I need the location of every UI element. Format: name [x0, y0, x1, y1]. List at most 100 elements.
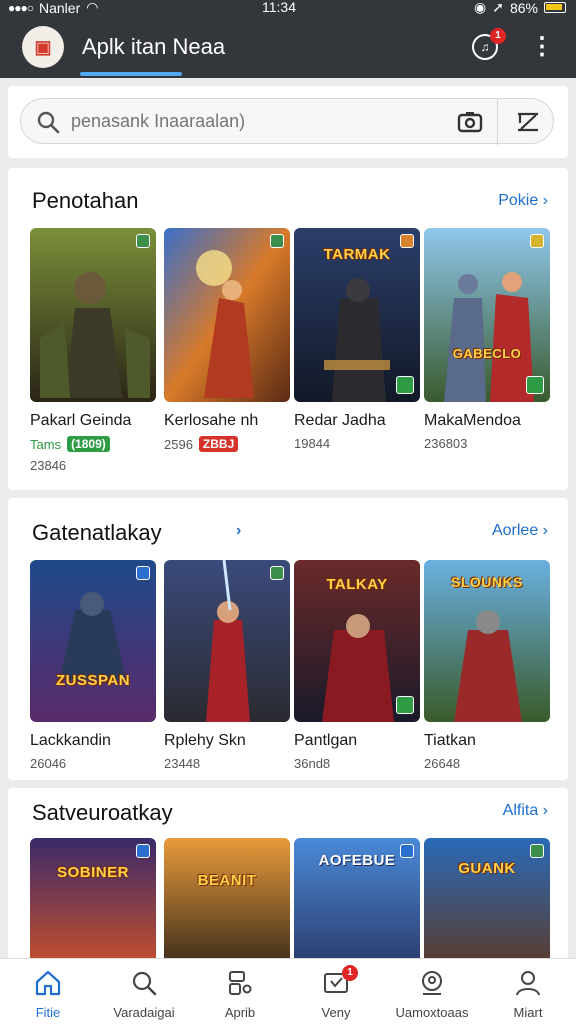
nav-label: Fitie: [35, 1005, 61, 1020]
game-thumbnail: GABECLO: [424, 228, 550, 402]
game-title: Kerlosahe nh: [164, 412, 259, 429]
game-tile[interactable]: SLOUNKS Tiatkan 26648: [424, 560, 550, 771]
badge-icon: [530, 844, 544, 858]
app-logo[interactable]: ▣: [22, 26, 64, 68]
section-title: Satveuroatkay: [32, 800, 173, 825]
search-bar[interactable]: [20, 98, 554, 145]
game-title: Rplehy Skn: [164, 732, 246, 749]
section-featured: Penotahan Pokie › Pakarl Geinda Tams (180…: [8, 168, 568, 490]
download-count: 236803: [424, 436, 468, 451]
download-count: 36nd8: [294, 756, 331, 771]
filter-icon[interactable]: [515, 110, 541, 134]
nav-badge: 1: [342, 965, 358, 981]
badge-icon: [400, 844, 414, 858]
notification-badge: 1: [490, 28, 506, 44]
game-logo-text: AOFEBUE: [318, 852, 396, 869]
game-tile[interactable]: TALKAY Pantlgan 36nd8: [294, 560, 420, 771]
game-thumbnail: GUANK: [424, 838, 550, 968]
updates-icon: [422, 971, 442, 995]
game-title: Pantlgan: [294, 732, 358, 749]
badge-icon: [396, 376, 414, 394]
nav-profile[interactable]: Miart: [480, 959, 576, 1024]
game-logo-text: TALKAY: [326, 576, 388, 593]
game-thumbnail: TARMAK: [294, 228, 420, 402]
camera-icon[interactable]: [457, 110, 483, 134]
search-input[interactable]: [71, 107, 431, 135]
home-icon: [35, 970, 61, 996]
nav-label: Varadaigai: [113, 1005, 175, 1020]
game-tile[interactable]: ZUSSPAN Lackkandin 26046: [30, 560, 156, 771]
section-more-link[interactable]: Alfita ›: [503, 802, 548, 820]
nav-inbox[interactable]: 1 Veny: [288, 959, 384, 1024]
search-card: [8, 86, 568, 158]
nav-search[interactable]: Varadaigai: [96, 959, 192, 1024]
game-thumbnail: SOBINER: [30, 838, 156, 968]
battery-icon: [544, 2, 566, 13]
section-more-link[interactable]: Pokie ›: [498, 192, 548, 210]
game-tile[interactable]: Pakarl Geinda Tams (1809) 23846: [30, 228, 156, 473]
title-underline: [80, 72, 182, 76]
bottom-navigation: Fitie Varadaigai Aprib 1 Veny Uamoxtoaas…: [0, 958, 576, 1024]
profile-icon: [516, 971, 540, 996]
nav-label: Uamoxtoaas: [395, 1005, 469, 1020]
nav-label: Veny: [321, 1005, 351, 1020]
download-count: 19844: [294, 436, 331, 451]
badge-icon: [136, 566, 150, 580]
location-icon: ➚: [492, 0, 504, 15]
apps-icon: [229, 971, 252, 995]
more-options-icon[interactable]: ⋮: [530, 32, 554, 64]
game-tile[interactable]: GUANK: [424, 838, 550, 968]
nav-updates[interactable]: Uamoxtoaas: [384, 959, 480, 1024]
rating-chip: ZBBJ: [198, 436, 239, 452]
game-tile[interactable]: SOBINER: [30, 838, 156, 968]
badge-icon: [526, 376, 544, 394]
status-bar: ●●●○ Nanler ◠ 11:34 ◉ ➚ 86%: [0, 0, 576, 16]
game-thumbnail: ZUSSPAN: [30, 560, 156, 722]
game-thumbnail: TALKAY: [294, 560, 420, 722]
game-title: Tiatkan: [424, 732, 476, 749]
game-title: MakaMendoa: [424, 412, 521, 429]
alarm-icon: ◉: [474, 0, 487, 15]
rating-chip: (1809): [67, 436, 110, 452]
game-logo-text: BEANIT: [197, 872, 257, 889]
badge-icon: [400, 234, 414, 248]
game-logo-text: SOBINER: [57, 864, 129, 881]
search-icon: [37, 111, 60, 134]
game-tile[interactable]: Rplehy Skn 23448: [164, 560, 290, 771]
section-title: Gatenatlakay: [32, 520, 162, 545]
download-count: 26648: [424, 756, 461, 771]
game-tile[interactable]: TARMAK Redar Jadha 19844: [294, 228, 420, 451]
nav-label: Miart: [513, 1005, 543, 1020]
game-logo-text: SLOUNKS: [451, 574, 523, 590]
game-logo-text: GUANK: [458, 860, 516, 877]
search-divider: [497, 99, 498, 145]
nav-home[interactable]: Fitie: [0, 959, 96, 1024]
carrier-label: Nanler: [39, 0, 81, 16]
game-thumbnail: [164, 560, 290, 722]
game-tile[interactable]: BEANIT: [164, 838, 290, 968]
clock: 11:34: [262, 0, 296, 15]
section-popular: Satveuroatkay Alfita › SOBINER BEANIT AO…: [8, 788, 568, 968]
section-more-link[interactable]: Aorlee ›: [492, 522, 548, 540]
nav-label: Aprib: [224, 1005, 256, 1020]
page-title: Aplk itan Neaa: [82, 34, 226, 59]
nav-apps[interactable]: Aprib: [192, 959, 288, 1024]
game-title: Redar Jadha: [294, 412, 386, 429]
game-thumbnail: [164, 228, 290, 402]
game-meta: Tams (1809): [30, 436, 156, 452]
app-bar: ▣ Aplk itan Neaa ♫ 1 ⋮: [0, 18, 576, 78]
download-count: 23448: [164, 756, 201, 771]
section-trending: Gatenatlakay › Aorlee › ZUSSPAN Lackkand…: [8, 498, 568, 780]
battery-percent: 86%: [509, 0, 538, 16]
game-tile[interactable]: GABECLO MakaMendoa 236803: [424, 228, 550, 451]
section-arrow-icon[interactable]: ›: [236, 522, 241, 540]
wifi-icon: ◠: [86, 0, 99, 15]
game-thumbnail: AOFEBUE: [294, 838, 420, 968]
notification-bell-icon[interactable]: ♫ 1: [472, 28, 506, 60]
badge-icon: [136, 844, 150, 858]
download-count: 26046: [30, 756, 67, 771]
game-tile[interactable]: Kerlosahe nh 2596 ZBBJ: [164, 228, 290, 452]
game-thumbnail: [30, 228, 156, 402]
game-thumbnail: BEANIT: [164, 838, 290, 968]
game-tile[interactable]: AOFEBUE: [294, 838, 420, 968]
